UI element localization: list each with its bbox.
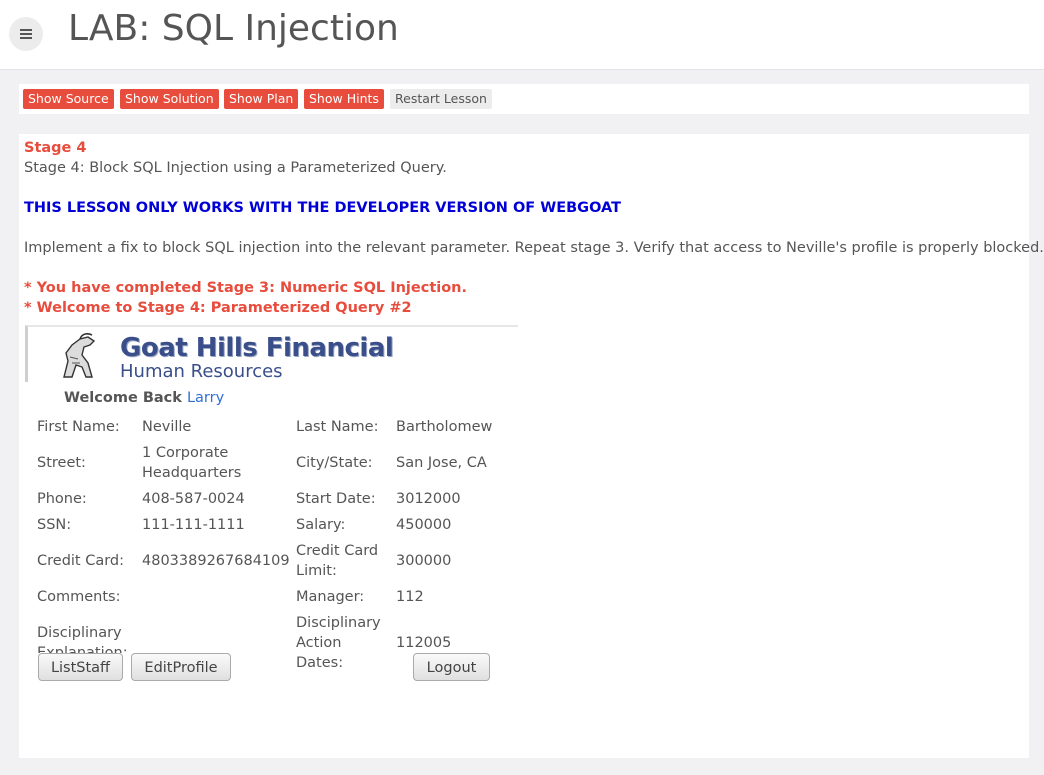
- lesson-instructions: Implement a fix to block SQL injection i…: [24, 240, 1044, 256]
- credit-card-limit-label-line1: Credit Card: [296, 543, 379, 559]
- phone-label: Phone:: [37, 491, 87, 507]
- street-value-line1: 1 Corporate: [142, 445, 229, 461]
- city-state-value: San Jose, CA: [396, 455, 487, 471]
- current-user-link[interactable]: Larry: [187, 390, 224, 406]
- first-name-label: First Name:: [37, 419, 120, 435]
- first-name-value: Neville: [142, 419, 192, 435]
- list-staff-button[interactable]: ListStaff: [38, 653, 123, 681]
- credit-card-value: 4803389267684109: [142, 553, 290, 569]
- brand-name: Goat Hills Financial: [120, 333, 394, 363]
- show-source-button[interactable]: Show Source: [23, 89, 114, 109]
- salary-label: Salary:: [296, 517, 346, 533]
- stage-heading: Stage 4: [24, 140, 87, 156]
- welcome-stage-message: * Welcome to Stage 4: Parameterized Quer…: [24, 300, 412, 316]
- edit-profile-button[interactable]: EditProfile: [131, 653, 231, 681]
- credit-card-limit-value: 300000: [396, 553, 452, 569]
- completion-message: * You have completed Stage 3: Numeric SQ…: [24, 280, 468, 296]
- salary-value: 450000: [396, 517, 452, 533]
- manager-value: 112: [396, 589, 424, 605]
- credit-card-label: Credit Card:: [37, 553, 125, 569]
- disciplinary-explanation-label-line2: Explanation:: [37, 645, 128, 653]
- street-label: Street:: [37, 455, 86, 471]
- lesson-content: Stage 4 Stage 4: Block SQL Injection usi…: [19, 134, 1044, 758]
- disciplinary-dates-label-line1: Disciplinary: [296, 615, 381, 631]
- start-date-value: 3012000: [396, 491, 461, 507]
- street-value-line2: Headquarters: [142, 465, 242, 481]
- comments-label: Comments:: [37, 589, 121, 605]
- disciplinary-dates-value: 112005: [396, 635, 452, 651]
- restart-lesson-button[interactable]: Restart Lesson: [390, 89, 492, 109]
- stage-description: Stage 4: Block SQL Injection using a Par…: [24, 160, 447, 176]
- hamburger-menu-icon[interactable]: [9, 17, 43, 51]
- last-name-label: Last Name:: [296, 419, 379, 435]
- developer-version-notice: THIS LESSON ONLY WORKS WITH THE DEVELOPE…: [24, 200, 622, 216]
- page-title: LAB: SQL Injection: [68, 8, 399, 49]
- brand-subtitle: Human Resources: [120, 361, 283, 382]
- disciplinary-dates-label-line2: Action: [296, 635, 342, 651]
- last-name-value: Bartholomew: [396, 419, 493, 435]
- start-date-label: Start Date:: [296, 491, 376, 507]
- page-header: LAB: SQL Injection: [0, 0, 1044, 70]
- city-state-label: City/State:: [296, 455, 373, 471]
- disciplinary-dates-label-line3: Dates:: [296, 655, 344, 671]
- lesson-toolbar: Show Source Show Solution Show Plan Show…: [19, 84, 1029, 114]
- welcome-back: Welcome Back Larry: [64, 390, 224, 406]
- goat-logo-icon: [63, 333, 96, 378]
- manager-label: Manager:: [296, 589, 365, 605]
- disciplinary-explanation-label-line1: Disciplinary: [37, 625, 122, 641]
- logout-button[interactable]: Logout: [413, 653, 490, 681]
- goat-hills-banner: Goat Hills Financial Human Resources: [25, 325, 518, 382]
- ssn-value: 111-111-1111: [142, 517, 245, 533]
- phone-value: 408-587-0024: [142, 491, 245, 507]
- show-plan-button[interactable]: Show Plan: [224, 89, 299, 109]
- welcome-label: Welcome Back: [64, 390, 182, 406]
- credit-card-limit-label-line2: Limit:: [296, 563, 337, 579]
- show-solution-button[interactable]: Show Solution: [120, 89, 219, 109]
- show-hints-button[interactable]: Show Hints: [304, 89, 384, 109]
- ssn-label: SSN:: [37, 517, 72, 533]
